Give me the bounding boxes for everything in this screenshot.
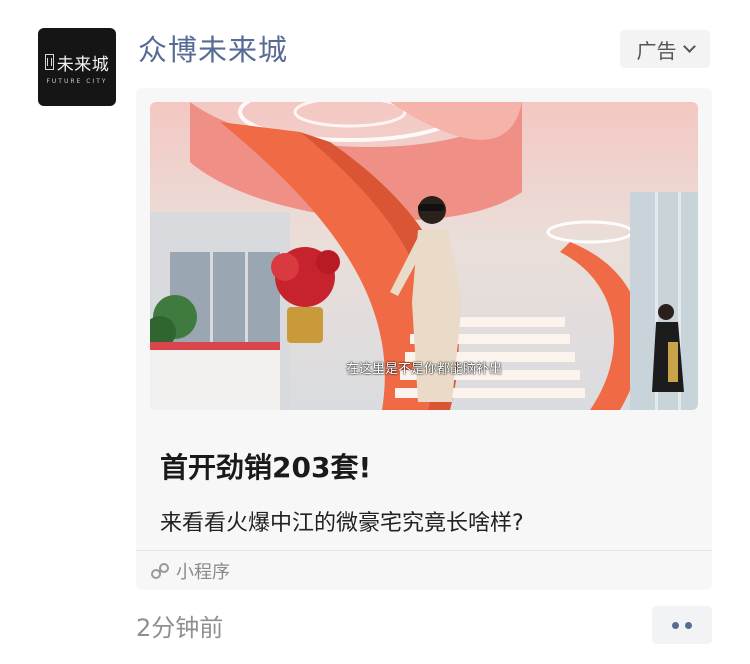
avatar-logo-subtext: FUTURE CITY [46, 77, 108, 85]
account-avatar[interactable]: 未来城 FUTURE CITY [38, 28, 116, 106]
more-dots-icon [672, 621, 679, 629]
mini-program-label: 小程序 [176, 562, 230, 583]
ad-video-thumbnail[interactable]: 在这里是不是你都能脑补出 [150, 102, 698, 410]
card-divider [136, 550, 712, 551]
ad-badge-button[interactable]: 广告 [620, 30, 710, 68]
seal-icon [44, 54, 54, 70]
video-caption: 在这里是不是你都能脑补出 [345, 362, 502, 377]
account-name[interactable]: 众博未来城 [138, 30, 288, 70]
chevron-down-icon [682, 40, 696, 53]
avatar-logo-text: 未来城 [56, 54, 110, 75]
moments-ad-post: 未来城 FUTURE CITY 众博未来城 广告 在这里是不是你都能脑补出 首开… [0, 0, 750, 664]
more-dots-icon [685, 621, 692, 629]
mini-program-icon [151, 563, 169, 579]
ad-card[interactable]: 在这里是不是你都能脑补出 首开劲销203套! 来看看火爆中江的微豪宅究竟长啥样?… [136, 88, 712, 590]
ad-headline: 首开劲销203套! [160, 451, 372, 484]
mini-program-source[interactable]: 小程序 [150, 558, 230, 584]
ad-badge-label: 广告 [636, 38, 677, 63]
avatar-logo: 未来城 [44, 50, 110, 75]
post-timestamp: 2分钟前 [136, 614, 224, 642]
ad-subline: 来看看火爆中江的微豪宅究竟长啥样? [160, 511, 524, 536]
more-options-button[interactable] [652, 606, 712, 644]
